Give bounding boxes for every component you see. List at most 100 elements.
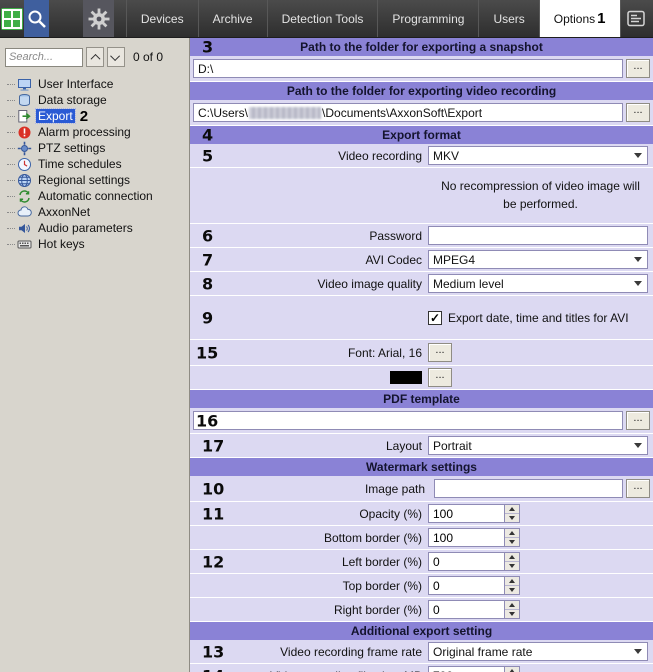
password-row: 6 Password (190, 224, 653, 248)
callout-8: 8 (202, 274, 214, 293)
spinner-down-button[interactable] (505, 609, 519, 618)
top-border-spinner (428, 576, 520, 595)
callout-17: 17 (202, 436, 225, 455)
search-icon[interactable] (24, 0, 50, 37)
opacity-input[interactable] (428, 504, 504, 523)
spinner-up-button[interactable] (505, 529, 519, 537)
callout-12: 12 (202, 552, 225, 571)
tab-detection-tools[interactable]: Detection Tools (266, 0, 378, 37)
avi-codec-label: AVI Codec (365, 252, 422, 267)
app-window: Devices Archive Detection Tools Programm… (0, 0, 653, 672)
sidebar-item-alarm-processing[interactable]: Alarm processing (7, 124, 189, 140)
section-header-additional: Additional export setting (190, 622, 653, 640)
redacted-username (249, 106, 322, 119)
export-settings-panel: 3 Path to the folder for exporting a sna… (190, 38, 653, 672)
callout-14: 14 (202, 666, 224, 672)
file-size-input[interactable] (428, 666, 504, 672)
pdf-template-input[interactable] (193, 411, 623, 430)
avi-codec-row: 7 AVI Codec MPEG4 (190, 248, 653, 272)
title-color-row: ... (190, 366, 653, 390)
sidebar-item-hot-keys[interactable]: Hot keys (7, 236, 189, 252)
settings-gear-icon[interactable] (83, 0, 114, 37)
video-quality-row: 8 Video image quality Medium level (190, 272, 653, 296)
spinner-down-button[interactable] (505, 585, 519, 594)
right-border-label: Right border (%) (333, 602, 422, 617)
left-border-input[interactable] (428, 552, 504, 571)
main-menu: Devices Archive Detection Tools Programm… (125, 0, 621, 37)
sidebar-item-ptz-settings[interactable]: PTZ settings (7, 140, 189, 156)
video-recording-value: MKV (433, 148, 460, 163)
section-header-pdf-template-label: PDF template (383, 392, 460, 406)
sidebar-item-user-interface[interactable]: User Interface (7, 76, 189, 92)
opacity-row: 11 Opacity (%) (190, 502, 653, 526)
layout-grid-icon[interactable] (0, 0, 24, 37)
layout-label: Layout (385, 438, 422, 453)
left-border-spinner (428, 552, 520, 571)
sidebar-item-export[interactable]: Export 2 (7, 108, 189, 125)
left-border-row: 12 Left border (%) (190, 550, 653, 574)
font-label: Font: Arial, 16 (347, 345, 422, 360)
search-next-button[interactable] (107, 47, 125, 67)
spinner-up-button[interactable] (505, 667, 519, 672)
pdf-template-browse-button[interactable]: ... (626, 411, 650, 430)
avi-codec-dropdown[interactable]: MPEG4 (428, 250, 648, 269)
section-header-snapshot-path: 3 Path to the folder for exporting a sna… (190, 38, 653, 57)
sidebar-item-automatic-connection[interactable]: Automatic connection (7, 188, 189, 204)
password-label: Password (369, 228, 422, 243)
callout-5: 5 (202, 146, 214, 165)
tab-users[interactable]: Users (478, 0, 538, 37)
spinner-down-button[interactable] (505, 537, 519, 546)
video-quality-dropdown[interactable]: Medium level (428, 274, 648, 293)
layout-dropdown[interactable]: Portrait (428, 436, 648, 455)
section-header-export-format: 4 Export format (190, 126, 653, 145)
bottom-border-spinner (428, 528, 520, 547)
spinner-up-button[interactable] (505, 553, 519, 561)
tab-options[interactable]: Options 1 (538, 0, 621, 37)
layout-row: 17 Layout Portrait (190, 434, 653, 458)
sidebar-item-data-storage[interactable]: Data storage (7, 92, 189, 108)
chevron-down-icon (109, 50, 120, 61)
video-path-field[interactable]: C:\Users\ \Documents\AxxonSoft\Export (193, 103, 623, 122)
spinner-down-button[interactable] (505, 561, 519, 570)
spinner-up-button[interactable] (505, 505, 519, 513)
sidebar-item-time-schedules[interactable]: Time schedules (7, 156, 189, 172)
bottom-border-label: Bottom border (%) (323, 530, 422, 545)
message-board-icon[interactable] (621, 0, 651, 37)
image-path-input[interactable] (434, 479, 623, 498)
tab-archive[interactable]: Archive (197, 0, 267, 37)
frame-rate-dropdown[interactable]: Original frame rate (428, 642, 648, 661)
search-input[interactable] (5, 47, 83, 67)
database-icon (17, 93, 32, 108)
tab-devices[interactable]: Devices (125, 0, 198, 37)
top-border-row: Top border (%) (190, 574, 653, 598)
settings-sidebar: 0 of 0 User Interface Data storage Expor… (0, 38, 190, 672)
spinner-up-button[interactable] (505, 577, 519, 585)
tab-programming[interactable]: Programming (377, 0, 478, 37)
sidebar-item-regional-settings[interactable]: Regional settings (7, 172, 189, 188)
search-prev-button[interactable] (86, 47, 104, 67)
titles-checkbox[interactable] (428, 310, 442, 325)
snapshot-browse-button[interactable]: ... (626, 59, 650, 78)
topbar: Devices Archive Detection Tools Programm… (0, 0, 653, 38)
font-browse-button[interactable]: ... (428, 343, 452, 362)
sidebar-item-audio-parameters[interactable]: Audio parameters (7, 220, 189, 236)
image-path-browse-button[interactable]: ... (626, 479, 650, 498)
dropdown-arrow-icon (634, 257, 642, 262)
top-border-input[interactable] (428, 576, 504, 595)
sidebar-item-axxonnet[interactable]: AxxonNet (7, 204, 189, 220)
spinner-up-button[interactable] (505, 601, 519, 609)
password-input[interactable] (428, 226, 648, 245)
video-path-browse-button[interactable]: ... (626, 103, 650, 122)
section-header-video-path-label: Path to the folder for exporting video r… (286, 84, 557, 98)
bottom-border-input[interactable] (428, 528, 504, 547)
color-browse-button[interactable]: ... (428, 368, 452, 387)
video-path-prefix: C:\Users\ (198, 105, 249, 120)
titles-checkbox-label: Export date, time and titles for AVI (448, 310, 629, 325)
content-area: 0 of 0 User Interface Data storage Expor… (0, 38, 653, 672)
file-size-spinner (428, 666, 520, 672)
spinner-down-button[interactable] (505, 513, 519, 522)
section-header-export-format-label: Export format (382, 128, 461, 142)
snapshot-path-input[interactable] (193, 59, 623, 78)
video-recording-dropdown[interactable]: MKV (428, 146, 648, 165)
right-border-input[interactable] (428, 600, 504, 619)
